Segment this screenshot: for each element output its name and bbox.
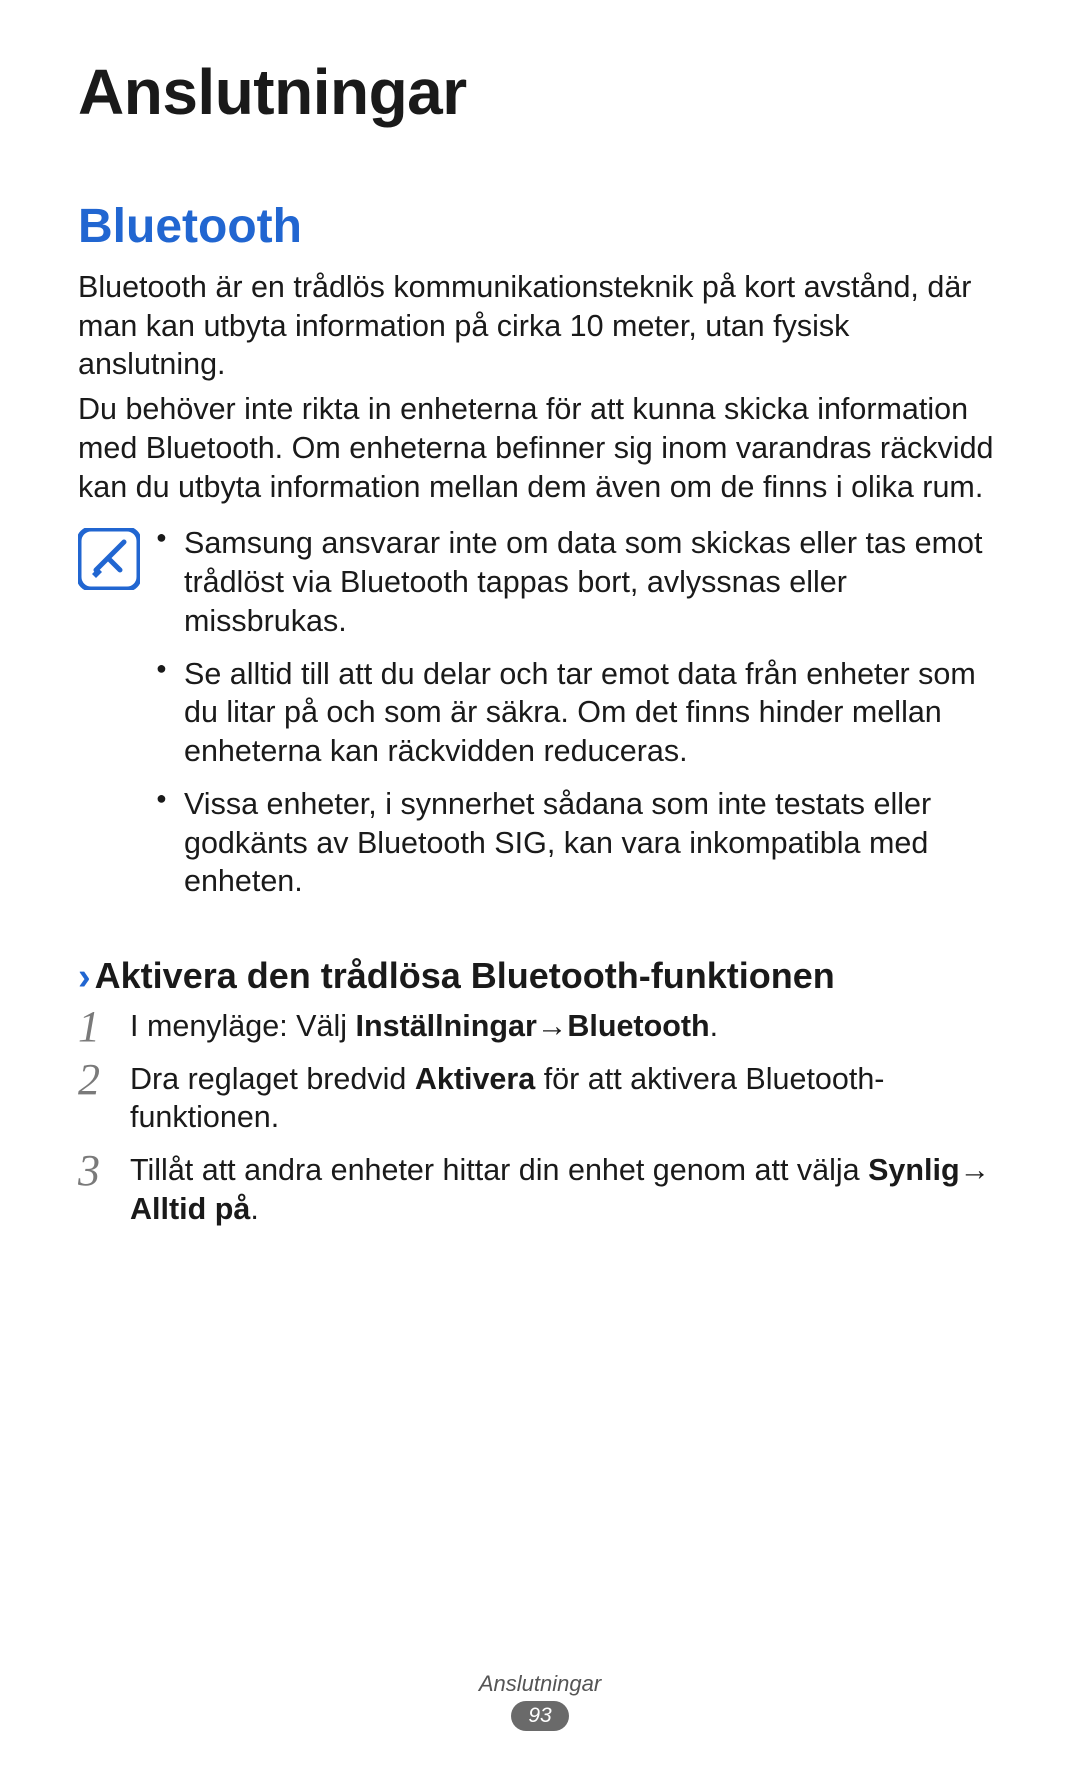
section-title-bluetooth: Bluetooth xyxy=(78,199,1002,254)
step-bold: Aktivera xyxy=(415,1062,535,1096)
subsection-title: ›Aktivera den trådlösa Bluetooth-funktio… xyxy=(78,955,1002,999)
step-bold: Inställningar xyxy=(355,1009,536,1043)
steps-list: 1 I menyläge: Välj Inställningar → Bluet… xyxy=(78,1007,1002,1229)
note-icon xyxy=(78,528,140,590)
note-item: Vissa enheter, i synnerhet sådana som in… xyxy=(156,785,1002,901)
step-text: . xyxy=(710,1009,718,1043)
step-bold: Alltid på xyxy=(130,1192,250,1226)
step-item: 3 Tillåt att andra enheter hittar din en… xyxy=(78,1151,1002,1228)
step-bold: Bluetooth xyxy=(567,1009,709,1043)
footer-section-label: Anslutningar xyxy=(0,1671,1080,1697)
step-text: Tillåt att andra enheter hittar din enhe… xyxy=(130,1153,868,1187)
page-number-badge: 93 xyxy=(511,1701,569,1731)
subsection-title-text: Aktivera den trådlösa Bluetooth-funktion… xyxy=(95,955,835,996)
chapter-title: Anslutningar xyxy=(78,55,1002,129)
step-item: 1 I menyläge: Välj Inställningar → Bluet… xyxy=(78,1007,1002,1046)
step-text: I menyläge: Välj xyxy=(130,1009,355,1043)
step-bold: Synlig xyxy=(868,1153,960,1187)
step-text: Dra reglaget bredvid xyxy=(130,1062,415,1096)
arrow-right-icon: → xyxy=(960,1151,991,1190)
intro-paragraph-1: Bluetooth är en trådlös kommunikationste… xyxy=(78,268,1002,384)
step-item: 2 Dra reglaget bredvid Aktivera för att … xyxy=(78,1060,1002,1137)
chevron-right-icon: › xyxy=(78,956,91,998)
step-number: 2 xyxy=(78,1052,100,1108)
note-item: Se alltid till att du delar och tar emot… xyxy=(156,655,1002,771)
step-number: 3 xyxy=(78,1143,100,1199)
note-list: Samsung ansvarar inte om data som skicka… xyxy=(156,524,1002,915)
step-number: 1 xyxy=(78,999,100,1055)
subsection-activate-bluetooth: ›Aktivera den trådlösa Bluetooth-funktio… xyxy=(78,955,1002,1229)
note-block: Samsung ansvarar inte om data som skicka… xyxy=(78,524,1002,915)
note-item: Samsung ansvarar inte om data som skicka… xyxy=(156,524,1002,640)
arrow-right-icon: → xyxy=(537,1007,568,1046)
intro-paragraph-2: Du behöver inte rikta in enheterna för a… xyxy=(78,390,1002,506)
page-footer: Anslutningar 93 xyxy=(0,1671,1080,1731)
step-text: . xyxy=(250,1192,258,1226)
